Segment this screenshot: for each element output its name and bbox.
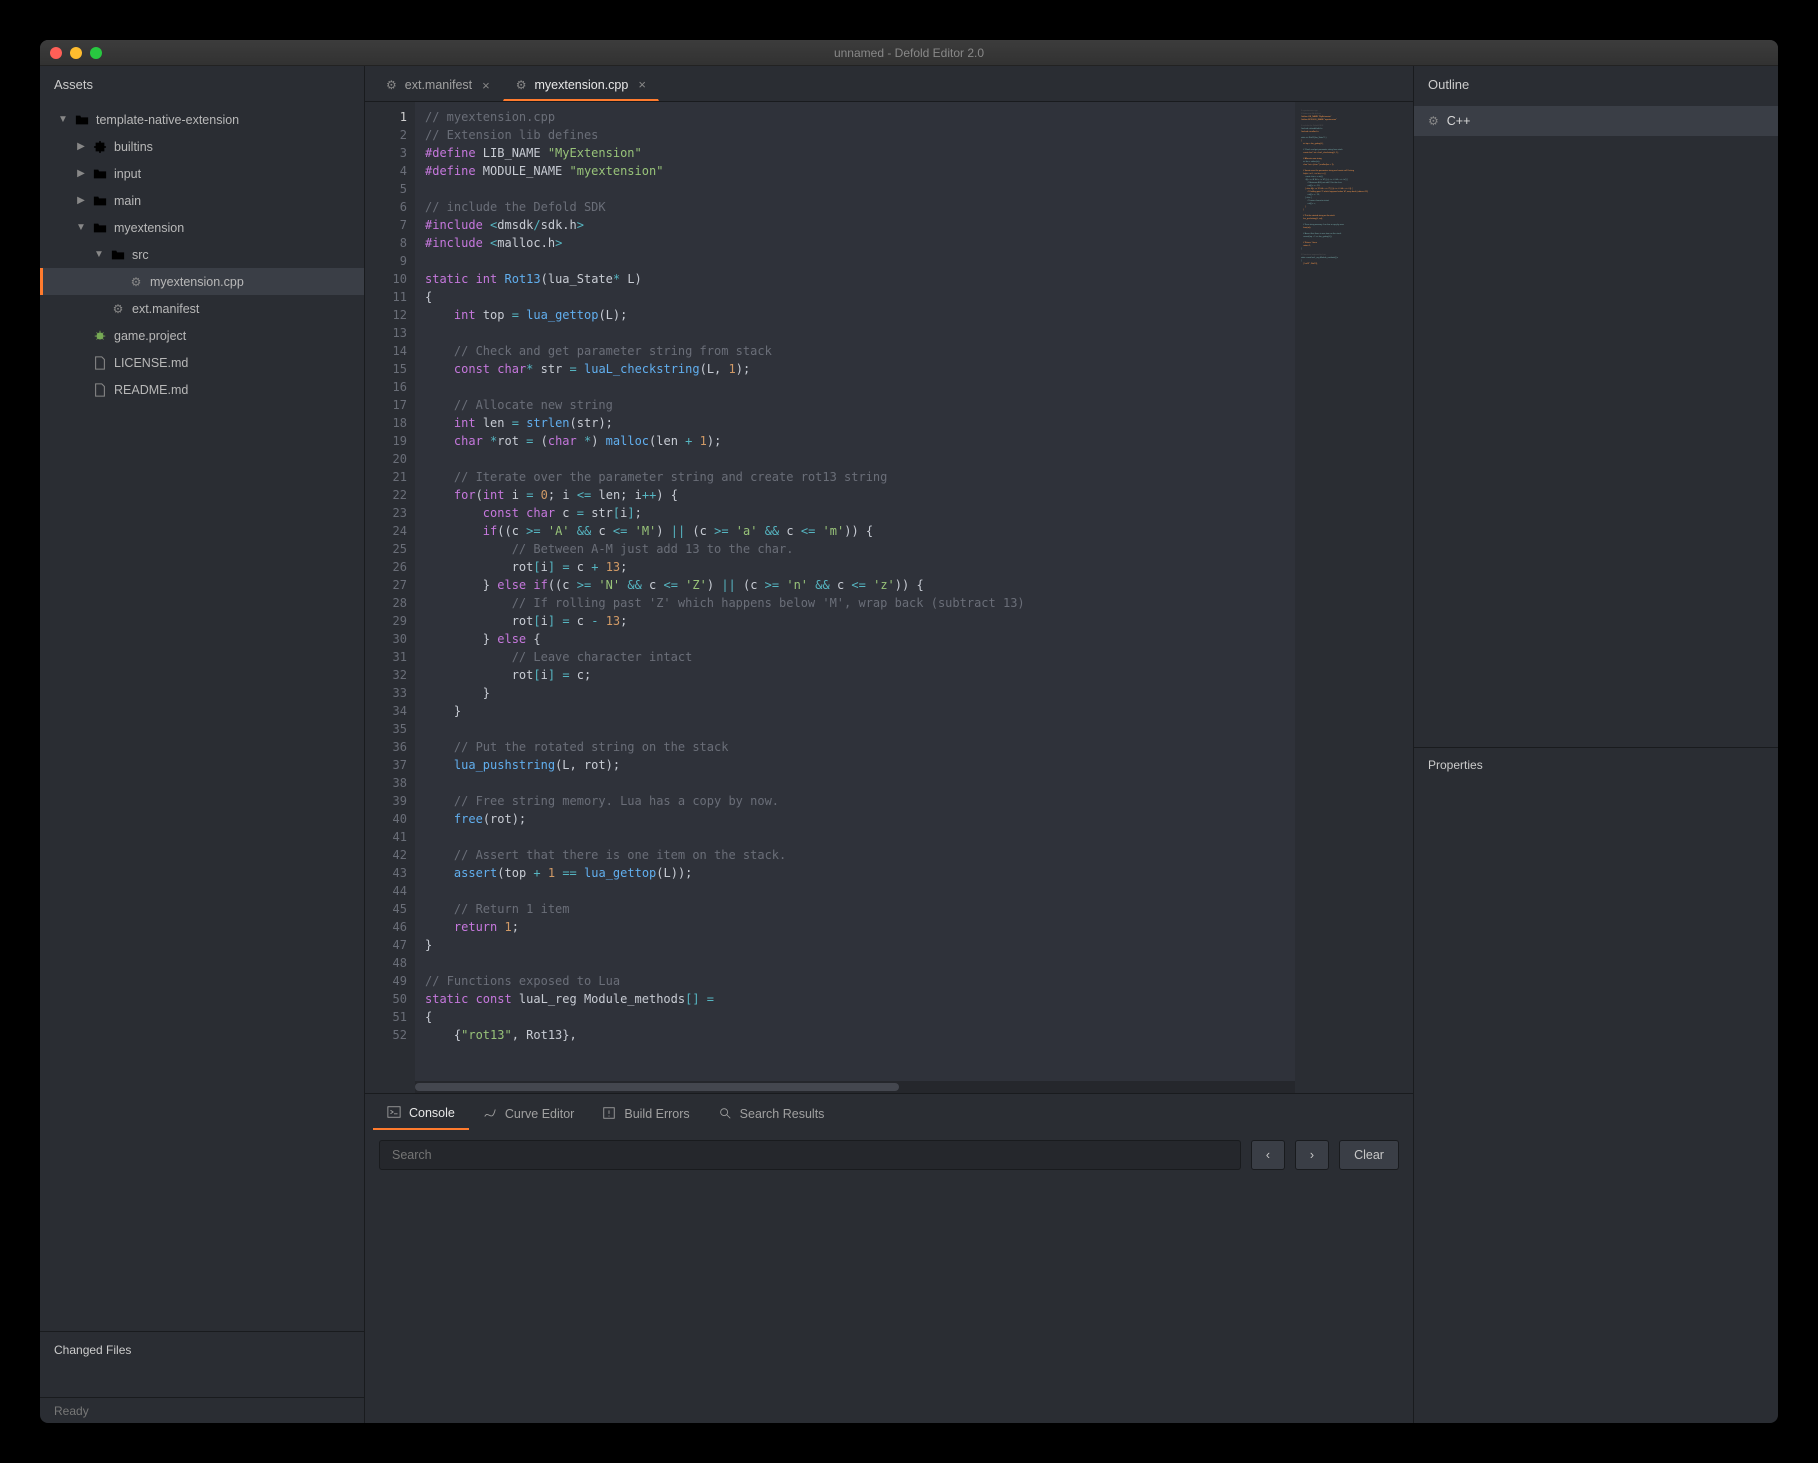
search-prev-button[interactable]: ‹ [1251,1140,1285,1170]
bottom-tab-label: Search Results [740,1107,825,1121]
outline-body: C++ [1414,102,1778,747]
file-icon [92,355,108,371]
tree-item-label: template-native-extension [96,113,239,127]
zoom-window-icon[interactable] [90,47,102,59]
search-next-button[interactable]: › [1295,1140,1329,1170]
tree-item-label: myextension.cpp [150,275,244,289]
console-search-row: ‹ › Clear [365,1130,1413,1180]
bottom-tab-search-results[interactable]: Search Results [704,1098,839,1130]
status-bar: Ready [40,1397,364,1423]
gear-icon [110,301,126,317]
chevron-icon: ▶ [76,168,86,179]
close-window-icon[interactable] [50,47,62,59]
tree-item-label: input [114,167,141,181]
gear-icon [516,78,527,92]
line-gutter: 1234567891011121314151617181920212223242… [365,102,415,1093]
status-text: Ready [54,1404,89,1418]
chevron-icon: ▶ [76,195,86,206]
tree-item-ext-manifest[interactable]: ext.manifest [40,295,364,322]
puzzle-icon [92,139,108,155]
tree-item-myextension-cpp[interactable]: myextension.cpp [40,268,364,295]
close-icon[interactable]: × [482,78,490,93]
search-icon [718,1106,732,1123]
tree-item-label: builtins [114,140,153,154]
bottom-tab-console[interactable]: Console [373,1098,469,1130]
assets-header: Assets [40,66,364,102]
tree-item-label: ext.manifest [132,302,199,316]
tab-label: ext.manifest [405,78,472,92]
tree-item-template-native-extension[interactable]: ▼ template-native-extension [40,106,364,133]
assets-tree[interactable]: ▼ template-native-extension ▶ builtins ▶ inpu… [40,102,364,1331]
app-window: unnamed - Defold Editor 2.0 Assets ▼ temp… [40,40,1778,1423]
search-clear-button[interactable]: Clear [1339,1140,1399,1170]
folder-icon [92,193,108,209]
tree-item-game-project[interactable]: game.project [40,322,364,349]
bottom-tab-build-errors[interactable]: Build Errors [588,1098,703,1130]
tree-item-label: myextension [114,221,184,235]
center-column: ext.manifest × myextension.cpp × 1234567891… [365,66,1413,1423]
outline-header: Outline [1414,66,1778,102]
bottom-tabbar: Console Curve Editor Build Errors Search Re… [365,1094,1413,1130]
close-icon[interactable]: × [638,77,646,92]
gear-icon [386,78,397,92]
folder-icon [92,220,108,236]
tree-item-label: src [132,248,149,262]
horizontal-scrollbar[interactable] [415,1081,1295,1093]
tab-label: myextension.cpp [535,78,629,92]
folder-icon [92,166,108,182]
bottom-tab-curve-editor[interactable]: Curve Editor [469,1098,588,1130]
console-icon [387,1105,401,1122]
chevron-icon: ▶ [76,141,86,152]
bug-icon [92,328,108,344]
changed-files-header: Changed Files [40,1331,364,1367]
gear-icon [128,274,144,290]
outline-item-label: C++ [1447,114,1471,128]
search-input[interactable] [379,1140,1241,1170]
left-sidebar: Assets ▼ template-native-extension ▶ builti… [40,66,365,1423]
tree-item-license-md[interactable]: LICENSE.md [40,349,364,376]
tree-item-main[interactable]: ▶ main [40,187,364,214]
tree-item-label: game.project [114,329,186,343]
tab-myextension-cpp[interactable]: myextension.cpp × [503,69,659,101]
tree-item-builtins[interactable]: ▶ builtins [40,133,364,160]
changed-files-body [40,1367,364,1397]
tab-ext-manifest[interactable]: ext.manifest × [373,69,503,101]
tree-item-readme-md[interactable]: README.md [40,376,364,403]
editor-tabbar: ext.manifest × myextension.cpp × [365,66,1413,102]
tree-item-src[interactable]: ▼ src [40,241,364,268]
chevron-icon: ▼ [94,249,104,260]
titlebar: unnamed - Defold Editor 2.0 [40,40,1778,66]
tree-item-label: README.md [114,383,188,397]
code-view[interactable]: // myextension.cpp// Extension lib defin… [415,102,1295,1093]
tree-item-input[interactable]: ▶ input [40,160,364,187]
bottom-tab-label: Console [409,1106,455,1120]
minimize-window-icon[interactable] [70,47,82,59]
editor-area: 1234567891011121314151617181920212223242… [365,102,1413,1093]
workspace: Assets ▼ template-native-extension ▶ builti… [40,66,1778,1423]
curve-icon [483,1106,497,1123]
outline-item[interactable]: C++ [1414,106,1778,136]
file-icon [92,382,108,398]
bottom-tab-label: Build Errors [624,1107,689,1121]
folder-icon [74,112,90,128]
chevron-icon: ▼ [58,114,68,125]
right-sidebar: Outline C++ Properties [1413,66,1778,1423]
properties-header: Properties [1414,747,1778,783]
gear-icon [1428,114,1439,128]
tree-item-label: LICENSE.md [114,356,188,370]
minimap[interactable]: // myextension.cpp// Extension lib defin… [1295,102,1413,1093]
tree-item-label: main [114,194,141,208]
bottom-tab-label: Curve Editor [505,1107,574,1121]
scrollbar-thumb[interactable] [415,1083,899,1091]
chevron-icon: ▼ [76,222,86,233]
properties-body [1414,783,1778,1424]
folder-icon [110,247,126,263]
window-title: unnamed - Defold Editor 2.0 [40,46,1778,60]
window-controls [50,47,102,59]
bottom-panel: Console Curve Editor Build Errors Search Re… [365,1093,1413,1423]
tree-item-myextension[interactable]: ▼ myextension [40,214,364,241]
errors-icon [602,1106,616,1123]
